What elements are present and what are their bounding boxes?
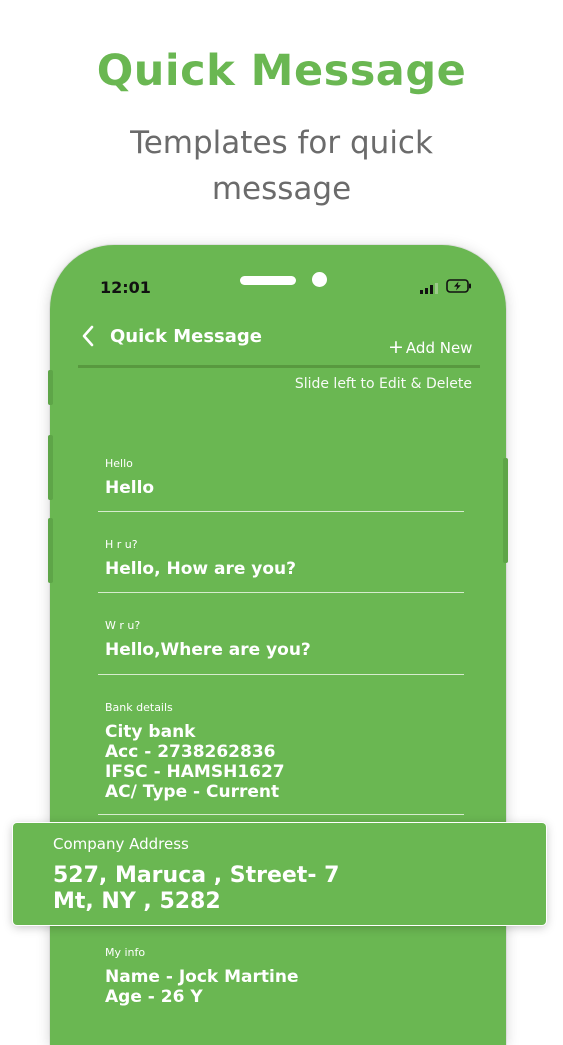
list-item[interactable]: My info Name - Jock Martine Age - 26 Y: [98, 925, 464, 1045]
list-item[interactable]: W r u? Hello,Where are you?: [98, 592, 464, 675]
list-item[interactable]: Bank details City bank Acc - 2738262836 …: [98, 674, 464, 815]
back-button[interactable]: [80, 325, 96, 353]
chevron-left-icon: [82, 325, 94, 347]
phone-frame: 12:01 Quick Message + Add New Slide left …: [50, 245, 506, 1045]
item-text: Hello,Where are you?: [105, 640, 311, 660]
side-button: [503, 458, 508, 563]
side-button: [48, 370, 53, 405]
item-label: My info: [105, 946, 146, 959]
add-new-button[interactable]: + Add New: [388, 336, 472, 358]
highlighted-message-card[interactable]: Company Address 527, Maruca , Street- 7 …: [13, 823, 546, 925]
card-text: 527, Maruca , Street- 7 Mt, NY , 5282: [53, 863, 340, 914]
item-text: Name - Jock Martine Age - 26 Y: [105, 967, 299, 1007]
side-button: [48, 435, 53, 500]
card-label: Company Address: [53, 835, 189, 853]
camera-notch: [312, 272, 327, 287]
list-item[interactable]: Hello Hello: [98, 445, 464, 512]
promo-subtitle: Templates for quick message: [130, 125, 433, 207]
list-item[interactable]: H r u? Hello, How are you?: [98, 511, 464, 593]
plus-icon: +: [388, 336, 404, 358]
item-text: Hello, How are you?: [105, 559, 297, 579]
speaker-notch: [240, 276, 296, 285]
screen-title: Quick Message: [110, 326, 262, 347]
item-label: H r u?: [105, 538, 138, 551]
promo-title: Quick Message: [96, 46, 467, 96]
signal-icon: [420, 283, 438, 294]
battery-charging-icon: [446, 279, 471, 293]
item-text: City bank Acc - 2738262836 IFSC - HAMSH1…: [105, 722, 285, 802]
side-button: [48, 518, 53, 583]
nav-divider: [78, 365, 480, 368]
item-label: Bank details: [105, 701, 173, 714]
item-text: Hello: [105, 478, 155, 498]
item-label: Hello: [105, 457, 133, 470]
slide-hint: Slide left to Edit & Delete: [294, 376, 472, 392]
item-label: W r u?: [105, 619, 141, 632]
status-time: 12:01: [100, 278, 151, 297]
add-new-label: Add New: [405, 339, 473, 357]
